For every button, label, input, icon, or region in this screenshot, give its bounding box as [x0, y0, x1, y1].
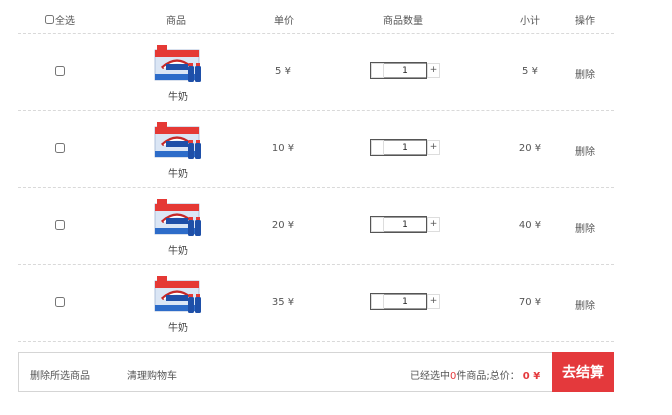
- increase-button[interactable]: +: [427, 294, 440, 309]
- item-subtotal: 5 ¥: [522, 66, 538, 77]
- goods-cell: 牛奶: [148, 275, 208, 334]
- item-price: 20 ¥: [271, 220, 295, 231]
- quantity-frame: [370, 216, 427, 233]
- quantity-input[interactable]: [384, 217, 426, 232]
- header-goods: 商品: [166, 16, 186, 27]
- selection-summary: 已经选中0件商品;总价： 0 ¥: [410, 367, 540, 382]
- item-checkbox[interactable]: [55, 66, 65, 76]
- header-operation: 操作: [575, 16, 595, 27]
- increase-button[interactable]: +: [427, 63, 440, 78]
- header-price: 单价: [274, 16, 294, 27]
- select-all-control[interactable]: 全选: [45, 12, 75, 27]
- quantity-stepper: +: [370, 62, 440, 79]
- quantity-frame: [370, 62, 427, 79]
- delete-link[interactable]: 删除: [575, 143, 595, 158]
- decrease-button[interactable]: [371, 63, 384, 78]
- cart-row: 牛奶 5 ¥ + 5 ¥ 删除: [18, 34, 614, 111]
- delete-link[interactable]: 删除: [575, 220, 595, 235]
- increase-button[interactable]: +: [427, 217, 440, 232]
- goods-cell: 牛奶: [148, 121, 208, 180]
- goods-cell: 牛奶: [148, 198, 208, 257]
- cart-row: 牛奶 35 ¥ + 70 ¥ 删除: [18, 265, 614, 342]
- decrease-button[interactable]: [371, 294, 384, 309]
- quantity-input[interactable]: [384, 63, 426, 78]
- cart-header: 全选 商品 单价 商品数量 小计 操作: [18, 0, 614, 34]
- item-price: 5 ¥: [275, 66, 291, 77]
- cart-row: 牛奶 10 ¥ + 20 ¥ 删除: [18, 111, 614, 188]
- total-price: 0 ¥: [522, 371, 541, 382]
- decrease-button[interactable]: [371, 217, 384, 232]
- checkout-button[interactable]: 去结算: [552, 352, 614, 392]
- select-all-label: 全选: [55, 16, 75, 27]
- delete-selected-link[interactable]: 删除所选商品: [30, 367, 90, 382]
- summary-prefix: 已经选中: [410, 371, 450, 382]
- clear-cart-link[interactable]: 清理购物车: [127, 367, 177, 382]
- item-subtotal: 20 ¥: [518, 143, 542, 154]
- increase-button[interactable]: +: [427, 140, 440, 155]
- select-all-checkbox[interactable]: [45, 15, 54, 24]
- item-name: 牛奶: [168, 92, 188, 103]
- item-subtotal: 70 ¥: [518, 297, 542, 308]
- item-name: 牛奶: [168, 169, 188, 180]
- item-name: 牛奶: [168, 246, 188, 257]
- delete-link[interactable]: 删除: [575, 297, 595, 312]
- quantity-frame: [370, 139, 427, 156]
- item-checkbox[interactable]: [55, 220, 65, 230]
- milk-box-icon: [154, 199, 201, 236]
- quantity-frame: [370, 293, 427, 310]
- milk-box-icon: [154, 276, 201, 313]
- quantity-stepper: +: [370, 139, 440, 156]
- item-subtotal: 40 ¥: [518, 220, 542, 231]
- item-price: 10 ¥: [271, 143, 295, 154]
- cart-row: 牛奶 20 ¥ + 40 ¥ 删除: [18, 188, 614, 265]
- milk-box-icon: [154, 45, 201, 82]
- item-checkbox[interactable]: [55, 143, 65, 153]
- goods-cell: 牛奶: [148, 44, 208, 103]
- item-checkbox[interactable]: [55, 297, 65, 307]
- shopping-cart: 全选 商品 单价 商品数量 小计 操作 牛奶 5 ¥ 1 + 5 ¥ 删除 牛奶…: [18, 0, 614, 342]
- quantity-input[interactable]: [384, 294, 426, 309]
- decrease-button[interactable]: [371, 140, 384, 155]
- header-subtotal: 小计: [520, 16, 540, 27]
- delete-link[interactable]: 删除: [575, 66, 595, 81]
- milk-box-icon: [154, 122, 201, 159]
- summary-suffix: 件商品;总价：: [456, 371, 520, 382]
- cart-footer: 删除所选商品 清理购物车 已经选中0件商品;总价： 0 ¥ 去结算: [18, 352, 614, 392]
- item-name: 牛奶: [168, 323, 188, 334]
- item-price: 35 ¥: [271, 297, 295, 308]
- quantity-stepper: +: [370, 216, 440, 233]
- quantity-input[interactable]: [384, 140, 426, 155]
- header-quantity: 商品数量: [383, 16, 423, 27]
- quantity-stepper: +: [370, 293, 440, 310]
